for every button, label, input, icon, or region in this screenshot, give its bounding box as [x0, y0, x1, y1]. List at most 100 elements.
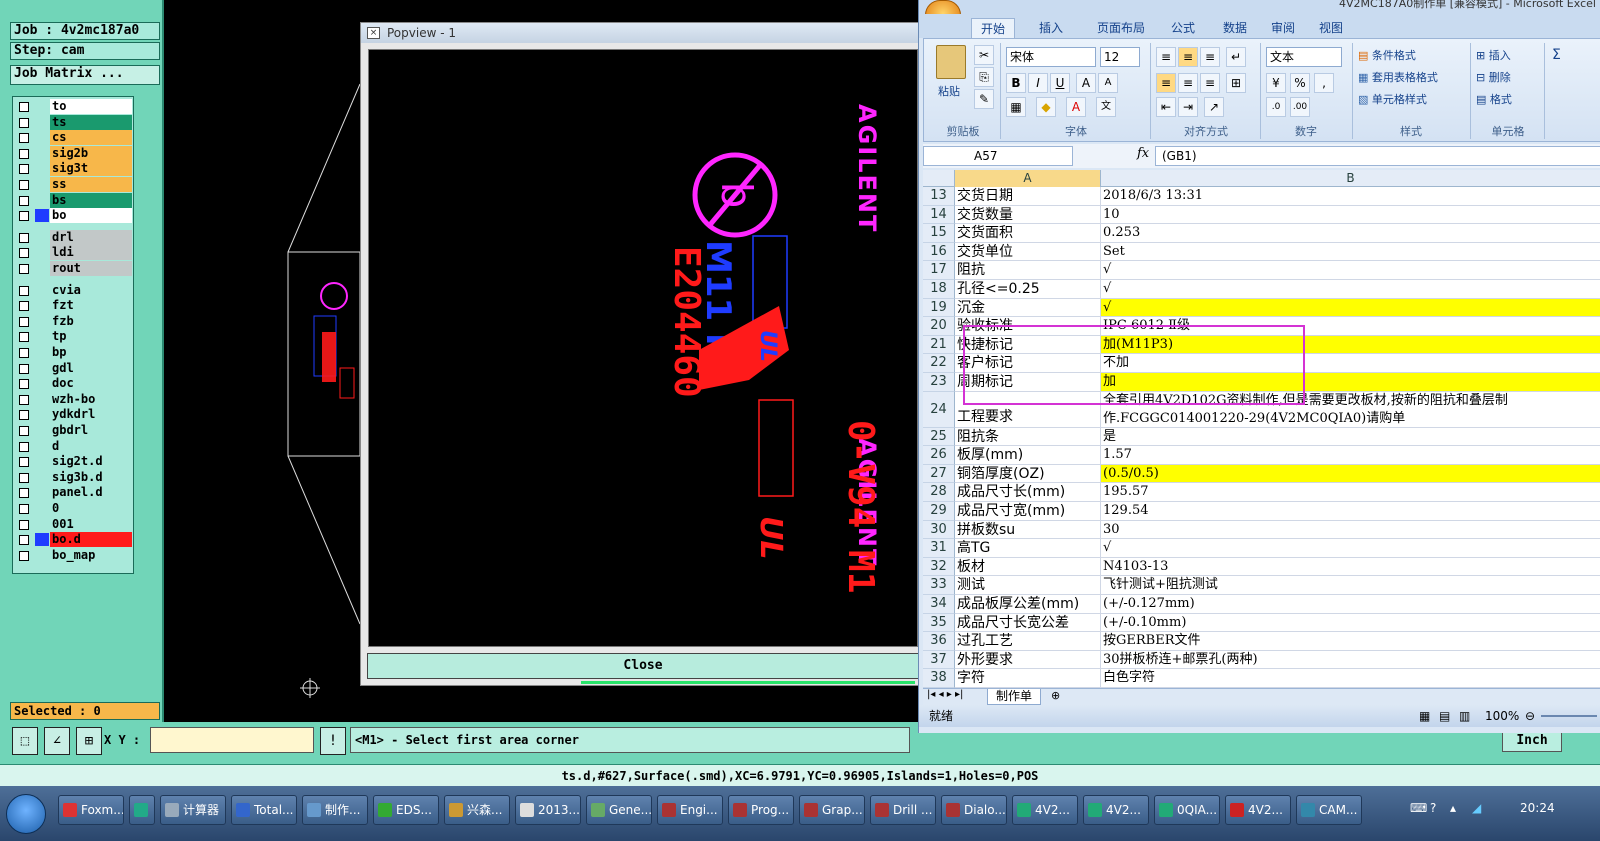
- job-matrix-button[interactable]: Job Matrix ...: [10, 65, 160, 85]
- units-toggle[interactable]: Inch: [1502, 730, 1562, 752]
- row-header[interactable]: 23: [923, 373, 955, 392]
- layer-checkbox[interactable]: [19, 472, 29, 483]
- increase-decimal-icon[interactable]: .0: [1266, 97, 1286, 117]
- layer-row[interactable]: fzb: [15, 313, 133, 329]
- borders-icon[interactable]: ▦: [1006, 97, 1026, 117]
- bold-icon[interactable]: B: [1006, 73, 1026, 93]
- taskbar-item[interactable]: Gene...: [586, 795, 652, 825]
- row-header[interactable]: 37: [923, 650, 955, 670]
- cell-b[interactable]: 飞针测试+阻抗测试: [1101, 576, 1600, 595]
- cut-icon[interactable]: ✂: [974, 45, 994, 65]
- cell-b[interactable]: Set: [1101, 243, 1600, 262]
- cell-a[interactable]: 沉金: [955, 298, 1101, 318]
- cell-a[interactable]: 板材: [955, 557, 1101, 577]
- layer-checkbox[interactable]: [19, 248, 29, 259]
- layer-checkbox[interactable]: [19, 363, 29, 374]
- merge-center-icon[interactable]: ⊞: [1226, 73, 1246, 93]
- layer-name[interactable]: bp: [50, 345, 132, 360]
- taskbar-item[interactable]: Foxm...: [58, 795, 124, 825]
- cell-b[interactable]: √: [1101, 298, 1600, 318]
- layer-row[interactable]: 0: [15, 501, 133, 516]
- cell-a[interactable]: 交货单位: [955, 242, 1101, 262]
- page-layout-view-icon[interactable]: ▤: [1439, 705, 1450, 727]
- row-header[interactable]: 20: [923, 317, 955, 336]
- font-name-select[interactable]: 宋体: [1006, 47, 1096, 67]
- measure-icon[interactable]: ∠: [44, 727, 70, 755]
- layer-row[interactable]: to: [15, 99, 133, 114]
- layer-name[interactable]: sig3t: [50, 161, 132, 177]
- layer-row[interactable]: cs: [15, 130, 133, 146]
- row-header[interactable]: 35: [923, 613, 955, 633]
- cell-b[interactable]: 2018/6/3 13:31: [1101, 187, 1600, 206]
- cell-a[interactable]: 阻抗条: [955, 427, 1101, 447]
- row-header[interactable]: 25: [923, 427, 955, 447]
- cell-b[interactable]: (0.5/0.5): [1101, 464, 1600, 484]
- sheet-tab-active[interactable]: 制作单: [987, 689, 1042, 705]
- currency-icon[interactable]: ¥: [1266, 73, 1286, 93]
- layer-name[interactable]: ts: [50, 114, 132, 130]
- tray-expand-icon[interactable]: ▴: [1450, 801, 1456, 815]
- new-sheet-icon[interactable]: ⊕: [1051, 689, 1060, 702]
- ribbon-tab[interactable]: 视图: [1311, 18, 1351, 38]
- cell-a[interactable]: 字符: [955, 669, 1101, 688]
- layer-name[interactable]: drl: [50, 229, 132, 245]
- layer-checkbox[interactable]: [19, 488, 29, 499]
- row-header[interactable]: 14: [923, 205, 955, 225]
- cell-a[interactable]: 测试: [955, 576, 1101, 595]
- zoom-level[interactable]: 100%: [1485, 705, 1519, 727]
- cell-a[interactable]: 成品尺寸宽(mm): [955, 502, 1101, 521]
- layer-checkbox[interactable]: [19, 348, 29, 358]
- layer-name[interactable]: bo_map: [50, 547, 132, 563]
- percent-icon[interactable]: %: [1290, 73, 1310, 93]
- layer-checkbox[interactable]: [19, 535, 29, 546]
- cell-a[interactable]: 成品板厚公差(mm): [955, 595, 1101, 614]
- cam-graphic-canvas[interactable]: [164, 20, 364, 720]
- row-header[interactable]: 28: [923, 483, 955, 502]
- align-middle-icon[interactable]: ≡: [1178, 47, 1198, 67]
- table-format-button[interactable]: ▦ 套用表格格式: [1358, 69, 1438, 85]
- layer-name[interactable]: bs: [50, 192, 132, 208]
- cell-b[interactable]: √: [1101, 261, 1600, 280]
- layer-checkbox[interactable]: [19, 180, 29, 190]
- taskbar-item[interactable]: EDS...: [373, 795, 439, 825]
- align-left-icon[interactable]: ≡: [1156, 73, 1176, 93]
- cell-a[interactable]: 高TG: [955, 539, 1101, 558]
- cell-a[interactable]: 拼板数su: [955, 520, 1101, 540]
- row-header[interactable]: 30: [923, 520, 955, 540]
- cell-b[interactable]: (+/-0.10mm): [1101, 614, 1600, 633]
- start-button[interactable]: [6, 794, 46, 834]
- layer-name[interactable]: d: [50, 438, 132, 454]
- layer-name[interactable]: wzh-bo: [50, 391, 132, 407]
- layer-row[interactable]: gdl: [15, 360, 133, 376]
- taskbar-item[interactable]: [129, 795, 155, 825]
- layer-name[interactable]: 001: [50, 516, 132, 532]
- layer-row[interactable]: sig3b.d: [15, 469, 133, 485]
- cell-b[interactable]: (+/-0.127mm): [1101, 595, 1600, 614]
- increase-indent-icon[interactable]: ⇥: [1178, 97, 1198, 117]
- layer-name[interactable]: to: [50, 99, 132, 114]
- clock[interactable]: 20:24: [1520, 801, 1555, 815]
- layer-row[interactable]: panel.d: [15, 485, 133, 501]
- ribbon-tab[interactable]: 公式: [1163, 18, 1203, 38]
- align-right-icon[interactable]: ≡: [1200, 73, 1220, 93]
- cell-b[interactable]: 白色字符: [1101, 669, 1600, 688]
- layer-row[interactable]: sig3t: [15, 161, 133, 177]
- comma-icon[interactable]: ,: [1314, 73, 1334, 93]
- row-header[interactable]: 31: [923, 539, 955, 558]
- taskbar-item[interactable]: Total...: [231, 795, 297, 825]
- row-header[interactable]: 34: [923, 595, 955, 614]
- cell-b[interactable]: 30: [1101, 521, 1600, 540]
- number-format-select[interactable]: 文本: [1266, 47, 1342, 67]
- ribbon-tab[interactable]: 插入: [1031, 18, 1071, 38]
- layer-checkbox[interactable]: [19, 211, 29, 222]
- layer-checkbox[interactable]: [19, 264, 29, 274]
- layer-row[interactable]: bo: [15, 208, 133, 224]
- phonetic-icon[interactable]: 文: [1096, 97, 1116, 117]
- info-icon[interactable]: !: [320, 727, 346, 755]
- row-header[interactable]: 17: [923, 261, 955, 280]
- layer-row[interactable]: gbdrl: [15, 423, 133, 438]
- taskbar-item[interactable]: Grap...: [799, 795, 865, 825]
- layer-name[interactable]: ss: [50, 177, 132, 192]
- cell-b[interactable]: 是: [1101, 428, 1600, 447]
- layer-name[interactable]: sig3b.d: [50, 469, 132, 485]
